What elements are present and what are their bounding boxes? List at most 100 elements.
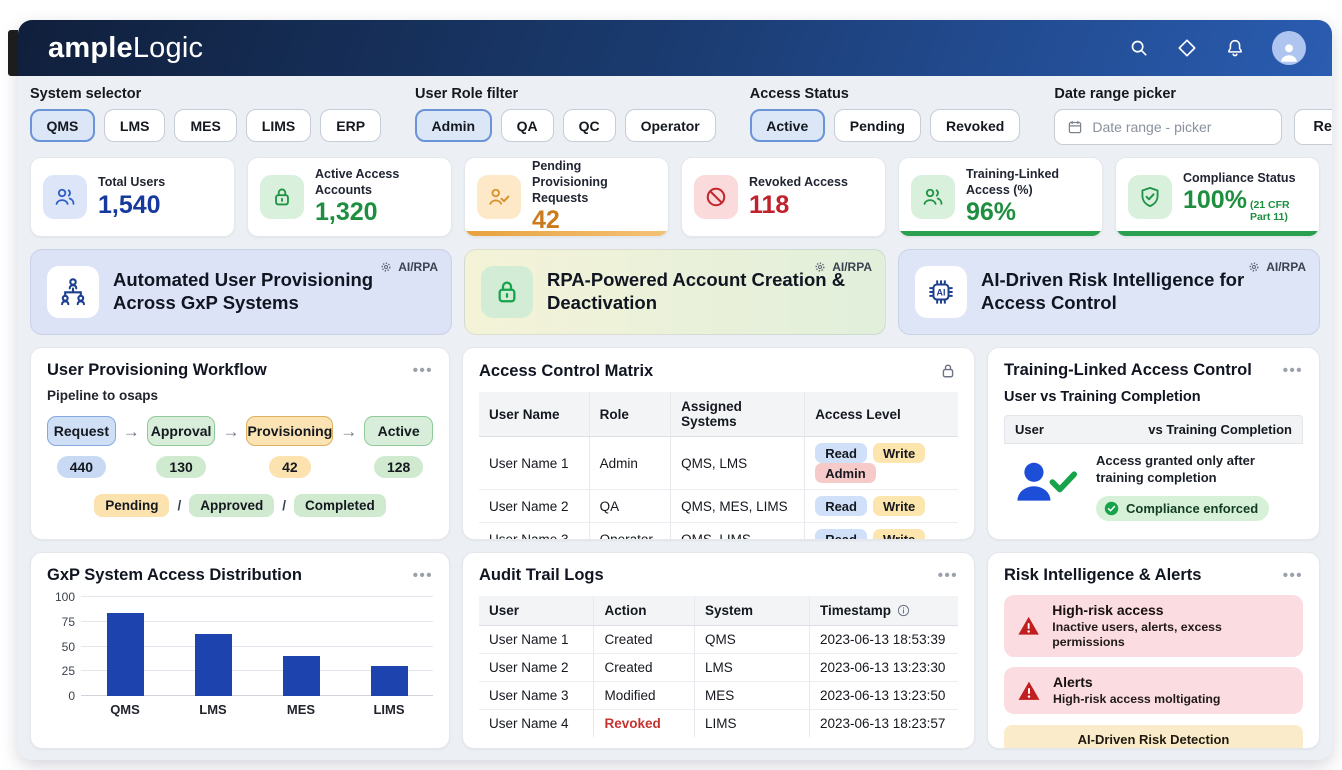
cell-user: User Name 1: [479, 626, 594, 654]
bar-lms: [195, 634, 232, 696]
ai-rpa-badge: AI/RPA: [379, 260, 438, 274]
cell-timestamp: 2023-06-13 18:23:57: [809, 710, 958, 738]
status-chip-revoked[interactable]: Revoked: [930, 109, 1020, 142]
kpi-value: 96%: [966, 199, 1090, 227]
table-row: User Name 3 Modified MES 2023-06-13 13:2…: [479, 682, 958, 710]
cell-system: QMS: [695, 626, 810, 654]
status-chip-active[interactable]: Active: [750, 109, 825, 142]
filter-bar: System selector QMS LMS MES LIMS ERP Use…: [18, 76, 1332, 157]
system-chip-lims[interactable]: LIMS: [246, 109, 311, 142]
main-grid: User Provisioning Workflow Pipeline to o…: [18, 347, 1332, 760]
search-icon[interactable]: [1128, 37, 1150, 59]
kpi-label: Compliance Status: [1183, 171, 1307, 187]
cell-access-level: ReadWriteAdmin: [805, 437, 958, 490]
access-badge: Write: [873, 443, 925, 463]
training-col-user: User: [1015, 422, 1044, 437]
access-status-group: Access Status Active Pending Revoked: [750, 86, 1021, 142]
stage-count: 42: [269, 456, 311, 478]
cell-role: QA: [589, 490, 670, 523]
no-entry-icon: [703, 184, 729, 210]
system-chip-mes[interactable]: MES: [174, 109, 236, 142]
workflow-status-legend: Pending/ Approved/ Completed: [47, 494, 433, 517]
card-audit-trail-logs: Audit Trail Logs User Action System Time…: [462, 552, 975, 749]
cell-timestamp: 2023-06-13 13:23:50: [809, 682, 958, 710]
kpi-value: 1,540: [98, 192, 165, 220]
kpi-revoked-access: Revoked Access118: [681, 157, 886, 237]
banner-row: Automated User Provisioning Across GxP S…: [18, 237, 1332, 347]
more-menu-icon[interactable]: [413, 363, 433, 378]
ai-rpa-label: AI/RPA: [398, 260, 438, 274]
cell-user: User Name 3: [479, 523, 589, 541]
user-check-icon: [486, 184, 512, 210]
brand-logo-bold: ample: [48, 32, 133, 64]
role-chip-qa[interactable]: QA: [501, 109, 554, 142]
access-status-label: Access Status: [750, 86, 1021, 102]
compliance-enforced-label: Compliance enforced: [1126, 501, 1258, 516]
svg-text:AI: AI: [937, 287, 946, 297]
bell-icon[interactable]: [1224, 37, 1246, 59]
stage-request: Request 440: [47, 416, 116, 478]
card-title: GxP System Access Distribution: [47, 566, 302, 585]
bar-mes: [283, 656, 320, 696]
user-avatar[interactable]: [1272, 31, 1306, 65]
kpi-accent-bar: [899, 231, 1102, 236]
cell-system: LMS: [695, 654, 810, 682]
compliance-enforced-badge: Compliance enforced: [1096, 496, 1269, 521]
more-menu-icon[interactable]: [413, 568, 433, 583]
lock-icon: [938, 361, 958, 381]
role-chip-admin[interactable]: Admin: [415, 109, 492, 142]
kpi-label: Training-Linked Access (%): [966, 167, 1090, 198]
y-tick: 50: [62, 640, 75, 654]
column-header: Role: [589, 392, 670, 437]
gear-icon: [813, 260, 827, 274]
kpi-row: Total Users1,540 Active Access Accounts1…: [18, 157, 1332, 237]
date-range-input[interactable]: Date range - picker: [1054, 109, 1282, 145]
status-chip-pending[interactable]: Pending: [834, 109, 921, 142]
access-badge: Read: [815, 443, 867, 463]
system-chip-lms[interactable]: LMS: [104, 109, 166, 142]
stage-approval: Approval 130: [147, 416, 216, 478]
audit-table: User Action System Timestamp User Name 1…: [479, 596, 958, 737]
gear-icon: [1247, 260, 1261, 274]
banner-automated-provisioning: Automated User Provisioning Across GxP S…: [30, 249, 452, 335]
access-badge: Read: [815, 496, 867, 516]
stage-chip: Request: [47, 416, 116, 446]
cell-action: Created: [594, 626, 695, 654]
training-note: Access granted only after training compl…: [1096, 453, 1266, 487]
more-menu-icon[interactable]: [1283, 363, 1303, 378]
navbar: ampleLogic: [18, 20, 1332, 76]
diamond-icon[interactable]: [1176, 37, 1198, 59]
more-menu-icon[interactable]: [1283, 568, 1303, 583]
cell-systems: QMS, LMS: [671, 437, 805, 490]
system-chip-erp[interactable]: ERP: [320, 109, 381, 142]
stage-provisioning: Provisioning 42: [246, 416, 333, 478]
alert-desc: High-risk access moltigating: [1053, 692, 1220, 707]
role-chip-qc[interactable]: QC: [563, 109, 616, 142]
y-tick: 25: [62, 664, 75, 678]
system-chip-qms[interactable]: QMS: [30, 109, 95, 142]
ai-chip-icon: AI: [924, 275, 958, 309]
users-icon: [920, 184, 946, 210]
banner-rpa-account: RPA-Powered Account Creation & Deactivat…: [464, 249, 886, 335]
alert-alerts: Alerts High-risk access moltigating: [1004, 667, 1303, 714]
kpi-suffix: (21 CFR Part 11): [1250, 199, 1307, 223]
kpi-label: Revoked Access: [749, 175, 848, 191]
reset-button[interactable]: Reset: [1294, 109, 1332, 145]
bar-lims: [371, 666, 408, 696]
lock-icon: [269, 184, 295, 210]
card-gxp-access-distribution: GxP System Access Distribution 100 75 50…: [30, 552, 450, 749]
info-icon: [896, 603, 911, 618]
access-badge: Write: [873, 529, 925, 540]
banner-title: RPA-Powered Account Creation & Deactivat…: [547, 269, 847, 314]
calendar-icon: [1066, 118, 1084, 136]
x-axis-labels: QMS LMS MES LIMS: [81, 702, 433, 717]
y-axis: 100 75 50 25 0: [47, 597, 81, 696]
cell-user: User Name 2: [479, 654, 594, 682]
training-col-completion: vs Training Completion: [1148, 422, 1292, 437]
cell-access-level: ReadWrite: [805, 523, 958, 541]
stage-chip: Active: [364, 416, 433, 446]
x-tick: LIMS: [345, 702, 433, 717]
more-menu-icon[interactable]: [938, 568, 958, 583]
role-chip-operator[interactable]: Operator: [625, 109, 716, 142]
cell-action-revoked: Revoked: [594, 710, 695, 738]
